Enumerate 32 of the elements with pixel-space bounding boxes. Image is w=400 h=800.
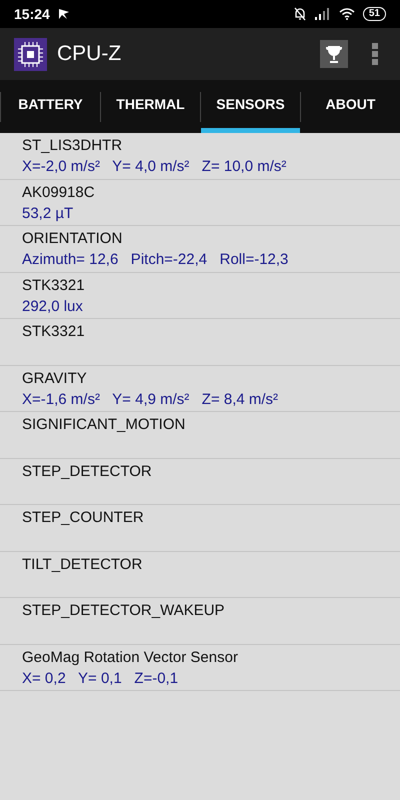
signal-icon	[314, 8, 331, 20]
wifi-icon	[338, 8, 355, 20]
sensor-name: AK09918C	[22, 182, 96, 202]
battery-indicator: 51	[362, 7, 386, 21]
sensor-value: Azimuth= 12,6 Pitch=-22,4 Roll=-12,3	[22, 250, 290, 270]
sensor-name: STK3321	[22, 276, 86, 296]
more-menu-button[interactable]	[372, 43, 378, 65]
sensor-name: ST_LIS3DHTR	[22, 136, 124, 156]
sensor-value: 53,2 µT	[22, 204, 74, 224]
sensor-value: X=-2,0 m/s² Y= 4,0 m/s² Z= 10,0 m/s²	[22, 157, 288, 177]
sensor-value: 292,0 lux	[22, 296, 84, 316]
bell-off-icon	[292, 7, 307, 21]
sensor-name: GRAVITY	[22, 368, 88, 388]
sensor-name: GeoMag Rotation Vector Sensor	[22, 648, 239, 668]
app-title: CPU-Z	[57, 41, 122, 68]
sensor-name: STEP_DETECTOR_WAKEUP	[22, 601, 226, 621]
tab[interactable]: THERMAL	[101, 80, 200, 133]
sensor-value: X= 0,2 Y= 0,1 Z=-0,1	[22, 668, 180, 688]
sensor-name: STEP_DETECTOR	[22, 462, 153, 482]
trophy-button[interactable]	[320, 40, 348, 68]
tab[interactable]: SENSORS	[201, 80, 300, 133]
tab[interactable]: ABOUT	[301, 80, 400, 133]
status-time: 15:24	[14, 4, 50, 24]
tab[interactable]: BATTERY	[1, 80, 100, 133]
sensor-name: STEP_COUNTER	[22, 508, 145, 528]
sensor-name: ORIENTATION	[22, 229, 124, 249]
sensor-value: X=-1,6 m/s² Y= 4,9 m/s² Z= 8,4 m/s²	[22, 390, 280, 410]
sensor-name: STK3321	[22, 322, 86, 342]
sensor-name: SIGNIFICANT_MOTION	[22, 415, 186, 435]
chip-icon	[14, 38, 47, 70]
sensor-name: TILT_DETECTOR	[22, 554, 144, 574]
notification-icon	[58, 8, 70, 20]
